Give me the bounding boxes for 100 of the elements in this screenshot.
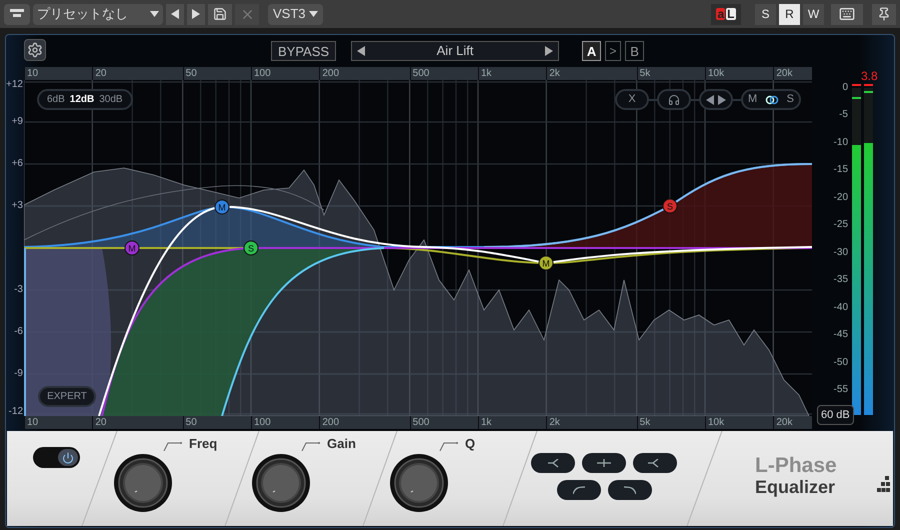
caret-icon (308, 11, 318, 17)
left-triangle-icon (171, 9, 179, 19)
gain-label: +12 (6, 80, 23, 90)
right-triangle-icon (718, 94, 726, 104)
frequency-label: 20k (773, 416, 792, 429)
right-triangle-icon (545, 46, 554, 56)
gain-label: +9 (12, 117, 23, 127)
gain-label: -12 (8, 407, 23, 417)
gain-label: +6 (12, 159, 23, 169)
caret-icon (150, 11, 159, 17)
left-triangle-icon (357, 46, 366, 56)
bracket-icon (163, 442, 183, 451)
settings-button[interactable] (24, 39, 46, 61)
meter-scale-label: -10 (834, 138, 848, 148)
frequency-label: 2k (546, 416, 560, 429)
left-triangle-icon (706, 94, 714, 104)
filter-shape-icon (624, 486, 636, 494)
settings-icon (27, 42, 43, 58)
filter-type-button[interactable] (633, 453, 677, 473)
meter-scale-label: -45 (834, 330, 848, 340)
product-logo: Equalizer (755, 477, 836, 497)
rotary-knob[interactable] (389, 453, 449, 513)
slot-button[interactable]: A (582, 41, 602, 61)
meter-scale-label: -50 (834, 358, 848, 368)
meter-scale-label: -30 (834, 248, 848, 258)
right-triangle-icon (192, 9, 200, 19)
mode-button[interactable]: W (803, 4, 824, 24)
gain-label: -9 (14, 369, 23, 379)
range-option[interactable]: 12dB (70, 92, 94, 107)
copy-button[interactable]: > (605, 41, 622, 61)
filter-shape-icon (573, 486, 585, 494)
gain-label: -3 (14, 285, 23, 295)
mode-button[interactable]: R (779, 4, 800, 24)
range-option[interactable]: 6dB (47, 92, 65, 107)
band-handle[interactable]: M (538, 256, 554, 270)
power-toggle[interactable] (33, 447, 80, 468)
mid-side-switch[interactable]: M S (741, 89, 801, 110)
knob-label: Q (465, 437, 476, 451)
frequency-label: 500 (410, 416, 430, 429)
filter-type-button[interactable] (531, 453, 575, 473)
band-handle[interactable]: S (244, 240, 258, 256)
save-button[interactable] (208, 4, 232, 24)
knob-label: Freq (189, 437, 218, 451)
format-dropdown[interactable]: VST3 (268, 4, 323, 24)
peak-reading: 3.8 (861, 68, 878, 85)
frequency-label: 10k (705, 416, 724, 429)
next-preset-button[interactable] (187, 4, 205, 24)
swap-button[interactable] (699, 89, 733, 110)
meter-range-button[interactable]: 60 dB (817, 405, 854, 425)
previous-preset-button[interactable] (166, 4, 184, 24)
grid-icon (877, 476, 890, 493)
filter-type-button[interactable] (582, 453, 626, 473)
headphones-icon (668, 94, 680, 106)
monitor-button[interactable]: a L (711, 4, 741, 24)
frequency-label: 5k (636, 416, 650, 429)
frequency-label: 20 (92, 416, 106, 429)
keyboard-button[interactable] (831, 4, 863, 24)
meter-scale-label: -20 (834, 192, 848, 203)
frequency-label: 100 (251, 416, 271, 429)
mode-button[interactable]: S (755, 4, 776, 24)
frequency-label: 50 (182, 416, 197, 429)
band-handle[interactable]: M (214, 200, 230, 214)
meter-scale-label: -15 (834, 165, 848, 176)
frequency-label: 10 (24, 416, 38, 429)
pin-button[interactable] (872, 4, 896, 24)
bracket-icon (439, 442, 459, 451)
range-option[interactable]: 30dB (99, 92, 123, 107)
knob-label: Gain (327, 437, 356, 451)
meter-scale-label: -40 (834, 302, 848, 313)
expert-button[interactable]: EXPERT (38, 386, 96, 407)
frequency-label: 200 (319, 416, 340, 429)
clear-button[interactable]: X (615, 89, 649, 110)
listen-button[interactable] (657, 89, 691, 110)
filter-shape-icon (546, 458, 560, 468)
preset-selector[interactable]: Air Lift (351, 41, 560, 61)
product-logo: L-Phase (755, 455, 837, 477)
gain-label: +3 (12, 201, 23, 211)
save-icon (213, 7, 227, 21)
pin-icon (877, 7, 891, 21)
meter-scale-label: -55 (834, 384, 848, 395)
meter-scale-label: -35 (834, 275, 848, 286)
keyboard-icon (839, 6, 855, 22)
slot-button[interactable]: B (625, 41, 644, 61)
preset-dropdown[interactable]: プリセットなし (33, 4, 163, 24)
meter-scale-label: -5 (839, 110, 848, 120)
meter-scale-label: -25 (834, 220, 848, 230)
meter-scale-label: 0 (842, 83, 848, 93)
bracket-icon (301, 442, 321, 451)
rotary-knob[interactable] (251, 453, 311, 513)
power-icon (62, 452, 74, 464)
frequency-label: 1k (478, 416, 492, 429)
bypass-button[interactable]: BYPASS (271, 41, 336, 61)
band-handle[interactable]: S (662, 198, 678, 214)
menu-button[interactable] (4, 4, 30, 24)
rotary-knob[interactable] (113, 453, 173, 513)
filter-shape-icon (597, 458, 611, 468)
filter-type-button[interactable] (608, 480, 652, 500)
gain-label: -6 (14, 327, 23, 337)
menu-icon (10, 9, 24, 19)
filter-type-button[interactable] (557, 480, 601, 500)
